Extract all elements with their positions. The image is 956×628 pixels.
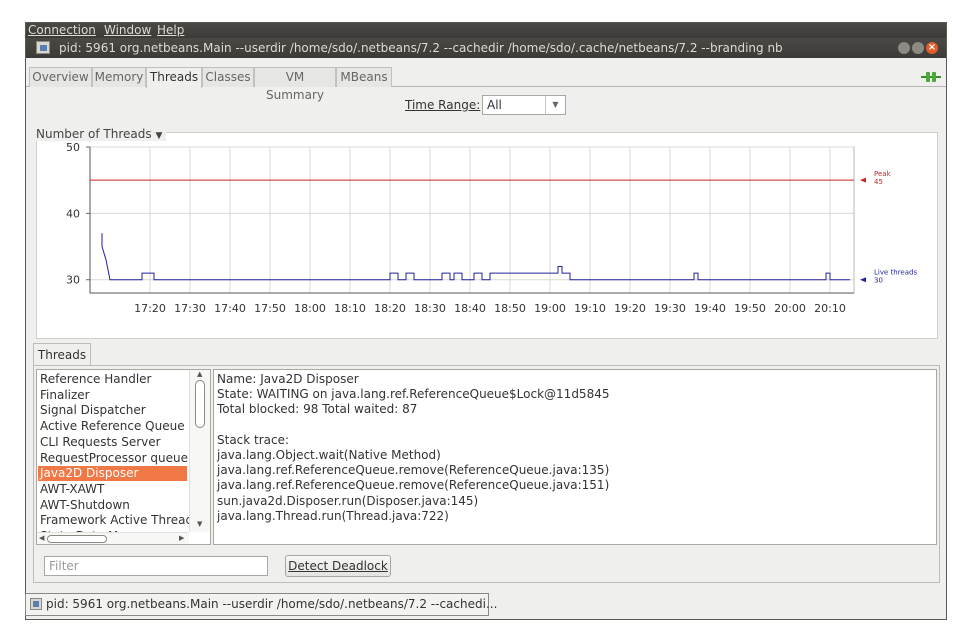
thread-list-item[interactable]: Finalizer [40, 388, 90, 403]
maximize-button[interactable] [912, 42, 924, 54]
x-tick-label: 19:10 [574, 302, 606, 315]
x-tick-label: 20:10 [814, 302, 846, 315]
chevron-down-icon: ▼ [545, 96, 565, 114]
time-range-value: All [487, 98, 502, 112]
close-button[interactable]: × [926, 42, 938, 54]
thread-detail-line: java.lang.Thread.run(Thread.java:722) [217, 508, 449, 523]
x-tick-label: 18:40 [454, 302, 486, 315]
x-tick-label: 18:10 [334, 302, 366, 315]
thread-detail-line: State: WAITING on java.lang.ref.Referenc… [217, 387, 610, 402]
menu-connection[interactable]: Connection [28, 23, 96, 38]
thread-list-item[interactable]: AWT-XAWT [40, 482, 104, 497]
y-tick-label: 30 [66, 274, 80, 287]
thread-list-item[interactable]: Reference Handler [40, 372, 152, 387]
peak-label: Peak [874, 170, 892, 178]
thread-list-item[interactable]: RequestProcessor queue [40, 451, 188, 466]
x-tick-label: 19:50 [734, 302, 766, 315]
y-tick-label: 50 [66, 141, 80, 154]
thread-detail-line: sun.java2d.Disposer.run(Disposer.java:14… [217, 493, 479, 508]
title-bar: pid: 5961 org.netbeans.Main --userdir /h… [26, 38, 946, 58]
tab-vm-summary[interactable]: VM Summary [254, 67, 336, 102]
x-tick-label: 17:40 [214, 302, 246, 315]
thread-detail-line: Name: Java2D Disposer [217, 372, 359, 386]
x-tick-label: 19:20 [614, 302, 646, 315]
x-tick-label: 17:20 [134, 302, 166, 315]
time-range-label: Time Range: [405, 98, 481, 112]
live-threads-label: Live threads [874, 269, 917, 277]
plot-area [89, 146, 855, 294]
scroll-up-icon[interactable]: ▲ [197, 370, 202, 378]
time-range-select[interactable]: All ▼ [482, 95, 566, 115]
java-app-icon [30, 598, 42, 610]
thread-detail-pane[interactable]: Name: Java2D Disposer State: WAITING on j… [213, 369, 937, 545]
scroll-down-icon[interactable]: ▼ [197, 520, 202, 528]
x-tick-label: 18:50 [494, 302, 526, 315]
live-threads-marker-icon [860, 277, 866, 283]
thread-list-item[interactable]: Signal Dispatcher [40, 403, 146, 418]
threads-subtab[interactable]: Threads [33, 343, 91, 366]
thread-list-item[interactable]: AWT-Shutdown [40, 498, 130, 513]
tab-mbeans[interactable]: MBeans [336, 67, 392, 87]
thread-list-item[interactable]: Framework Active Thread [40, 513, 193, 528]
x-tick-label: 17:50 [254, 302, 286, 315]
peak-value: 45 [874, 178, 883, 186]
tab-bar: Overview Memory Threads Classes VM Summa… [26, 58, 946, 102]
filter-input[interactable]: Filter [44, 556, 268, 576]
x-tick-label: 18:00 [294, 302, 326, 315]
menu-help[interactable]: Help [157, 23, 184, 38]
detect-deadlock-button[interactable]: Detect Deadlock [285, 555, 391, 577]
thread-detail-line: java.lang.ref.ReferenceQueue.remove(Refe… [217, 463, 610, 478]
tab-overview[interactable]: Overview [29, 67, 92, 87]
minimize-button[interactable] [898, 42, 910, 54]
tab-threads[interactable]: Threads [146, 67, 202, 88]
live-threads-value: 30 [874, 277, 883, 285]
jconsole-window: Connection Window Help pid: 5961 org.net… [25, 22, 947, 620]
x-tick-label: 19:00 [534, 302, 566, 315]
thread-detail-line: Stack trace: [217, 432, 290, 447]
thread-list-horizontal-scrollbar[interactable]: ◀ ▶ [37, 532, 189, 544]
thread-list-item[interactable]: Active Reference Queue D [40, 419, 198, 434]
x-tick-label: 17:30 [174, 302, 206, 315]
x-tick-label: 19:40 [694, 302, 726, 315]
thread-detail-line: java.lang.Object.wait(Native Method) [217, 448, 441, 462]
thread-list[interactable]: Reference Handler Finalizer Signal Dispatc… [36, 369, 211, 545]
threads-panel: Reference Handler Finalizer Signal Dispatc… [33, 365, 940, 583]
thread-list-item[interactable]: Java2D Disposer [38, 466, 187, 482]
connection-status-icon [921, 72, 941, 82]
x-tick-label: 19:30 [654, 302, 686, 315]
y-tick-label: 40 [66, 207, 80, 220]
menu-window[interactable]: Window [104, 23, 151, 38]
thread-list-item[interactable]: CLI Requests Server [40, 435, 161, 450]
thread-detail-line: java.lang.ref.ReferenceQueue.remove(Refe… [217, 478, 610, 493]
menu-bar: Connection Window Help [26, 23, 946, 38]
tab-classes[interactable]: Classes [202, 67, 254, 87]
scrollbar-thumb[interactable] [195, 380, 205, 428]
scroll-left-icon[interactable]: ◀ [39, 534, 44, 542]
thread-chart: 17:20 17:30 17:40 17:50 18:00 18:10 18:20 18:30… [66, 141, 917, 315]
scroll-right-icon[interactable]: ▶ [179, 534, 184, 542]
thread-list-vertical-scrollbar[interactable]: ▲ ▼ [189, 370, 210, 532]
java-app-icon [36, 41, 50, 54]
taskbar-label: pid: 5961 org.netbeans.Main --userdir /h… [46, 597, 498, 611]
taskbar-window-item[interactable]: pid: 5961 org.netbeans.Main --userdir /h… [25, 593, 497, 616]
x-tick-label: 20:00 [774, 302, 806, 315]
x-tick-label: 18:30 [414, 302, 446, 315]
peak-marker-icon [860, 177, 866, 183]
tab-memory[interactable]: Memory [92, 67, 146, 87]
window-title: pid: 5961 org.netbeans.Main --userdir /h… [59, 41, 783, 55]
scrollbar-thumb[interactable] [47, 535, 107, 543]
x-tick-label: 18:20 [374, 302, 406, 315]
thread-detail-line: Total blocked: 98 Total waited: 87 [217, 402, 418, 417]
